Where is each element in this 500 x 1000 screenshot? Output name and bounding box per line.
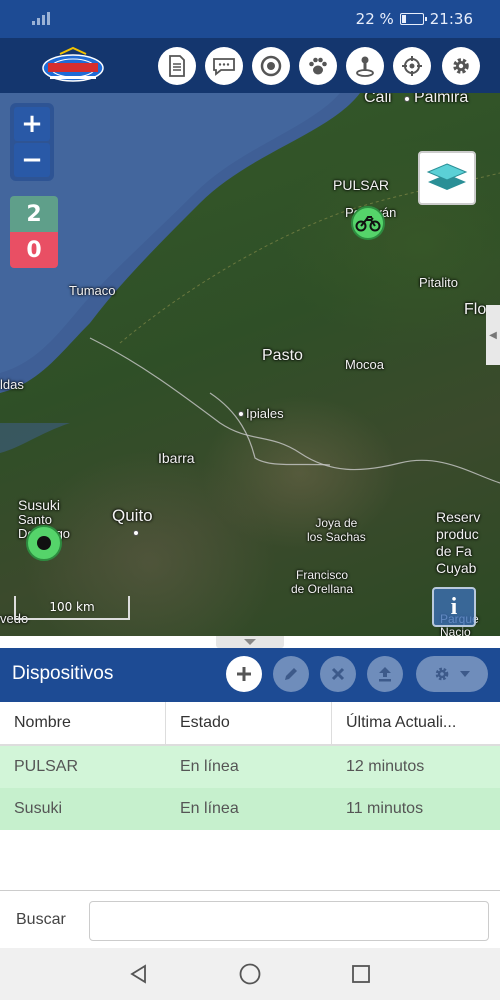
map-view[interactable]: Cali Palmira PULSAR Popayán Tumaco Pital… <box>0 93 500 636</box>
chevron-left-icon: ◀ <box>489 329 497 341</box>
offline-count-badge[interactable]: 0 <box>10 232 58 268</box>
close-icon <box>331 667 345 681</box>
gear-icon <box>435 667 449 681</box>
report-button[interactable] <box>158 47 196 85</box>
cell-status: En línea <box>180 800 239 817</box>
map-label-francisco-de-orellana: Francisco de Orellana <box>291 568 354 596</box>
status-bar: 22 % 21:36 <box>0 0 500 38</box>
devices-panel-header: Dispositivos <box>0 648 500 702</box>
side-panel-toggle[interactable]: ◀ <box>486 305 500 365</box>
add-device-button[interactable] <box>226 656 262 692</box>
back-triangle-icon <box>130 964 146 984</box>
map-label-joya-de-los-sachas: Joya de los Sachas <box>307 516 366 544</box>
drawer-handle[interactable] <box>216 636 284 648</box>
map-label-ibarra: Ibarra <box>158 450 195 466</box>
online-count-badge[interactable]: 2 <box>10 196 58 232</box>
cell-name: Susuki <box>14 800 63 817</box>
devices-table: Nombre Estado Última Actuali... PULSAR E… <box>0 702 500 830</box>
map-label-pulsar: PULSAR <box>333 177 390 193</box>
map-label-palmira: Palmira <box>414 93 469 106</box>
search-input[interactable] <box>89 901 489 941</box>
target-icon <box>260 55 282 77</box>
cell-status: En línea <box>180 758 239 775</box>
table-row[interactable]: PULSAR En línea 12 minutos <box>0 746 500 788</box>
settings-button[interactable] <box>442 47 480 85</box>
plus-icon <box>237 667 251 681</box>
search-bar: Buscar <box>0 890 500 948</box>
app-header <box>0 38 500 93</box>
zoom-control: + − <box>10 103 54 181</box>
geofence-button[interactable] <box>346 47 384 85</box>
back-button[interactable] <box>127 962 151 986</box>
map-label-quito: Quito <box>112 506 153 525</box>
map-label-cali: Cali <box>364 93 392 106</box>
city-dot <box>404 96 410 102</box>
search-label: Buscar <box>16 911 66 928</box>
dot-icon <box>37 536 51 550</box>
edit-device-button[interactable] <box>273 656 309 692</box>
device-marker-pulsar[interactable] <box>351 206 385 240</box>
cell-last-update: 12 minutos <box>346 758 425 775</box>
cell-name: PULSAR <box>14 758 79 775</box>
map-label-reserva: Reserv produc de Fa Cuyab <box>436 509 481 576</box>
city-dot <box>133 530 139 536</box>
upload-icon <box>379 667 391 682</box>
zoom-in-button[interactable]: + <box>14 107 50 141</box>
locate-button[interactable] <box>393 47 431 85</box>
device-status-counter: 2 0 <box>10 196 58 268</box>
map-scale: 100 km <box>14 596 130 620</box>
app-logo <box>42 46 104 82</box>
column-header-status[interactable]: Estado <box>166 702 332 744</box>
map-label-pitalito: Pitalito <box>419 275 459 290</box>
map-label-ldas: ldas <box>0 377 24 392</box>
column-header-name[interactable]: Nombre <box>0 702 166 744</box>
locate-icon <box>402 56 422 76</box>
pencil-icon <box>285 668 297 680</box>
paw-button[interactable] <box>299 47 337 85</box>
home-circle-icon <box>239 963 261 985</box>
info-button[interactable]: i <box>432 587 476 627</box>
panel-settings-dropdown[interactable] <box>416 656 488 692</box>
device-marker-susuki[interactable] <box>26 525 62 561</box>
layers-icon <box>426 163 468 190</box>
city-dot <box>238 411 244 417</box>
chat-icon <box>213 58 235 76</box>
paw-icon <box>309 57 327 75</box>
map-label-pasto: Pasto <box>262 347 303 364</box>
map-label-flo: Flo <box>464 301 487 318</box>
layers-button[interactable] <box>418 151 476 205</box>
chat-button[interactable] <box>205 47 243 85</box>
recents-square-icon <box>352 965 370 983</box>
battery-percent: 22 % <box>355 10 394 28</box>
home-button[interactable] <box>238 962 262 986</box>
map-label-susuki: Susuki <box>18 497 61 513</box>
table-header: Nombre Estado Última Actuali... <box>0 702 500 746</box>
geofence-icon <box>356 56 374 77</box>
signal-icon <box>32 11 50 25</box>
clock: 21:36 <box>429 10 473 28</box>
chevron-down-icon <box>244 639 256 645</box>
column-header-last-update[interactable]: Última Actuali... <box>332 702 500 744</box>
caret-down-icon <box>460 671 470 677</box>
target-button[interactable] <box>252 47 290 85</box>
map-label-tumaco: Tumaco <box>69 283 116 298</box>
gear-icon <box>453 58 469 74</box>
report-icon <box>169 55 185 77</box>
system-nav-bar <box>0 948 500 1000</box>
table-row[interactable]: Susuki En línea 11 minutos <box>0 788 500 830</box>
cell-last-update: 11 minutos <box>346 800 424 817</box>
recents-button[interactable] <box>349 962 373 986</box>
panel-title: Dispositivos <box>12 663 114 684</box>
motorcycle-icon <box>355 216 381 232</box>
upload-button[interactable] <box>367 656 403 692</box>
delete-device-button[interactable] <box>320 656 356 692</box>
map-label-ipiales: Ipiales <box>246 406 284 421</box>
battery-icon <box>399 13 427 25</box>
zoom-out-button[interactable]: − <box>14 143 50 177</box>
map-label-mocoa: Mocoa <box>345 357 385 372</box>
